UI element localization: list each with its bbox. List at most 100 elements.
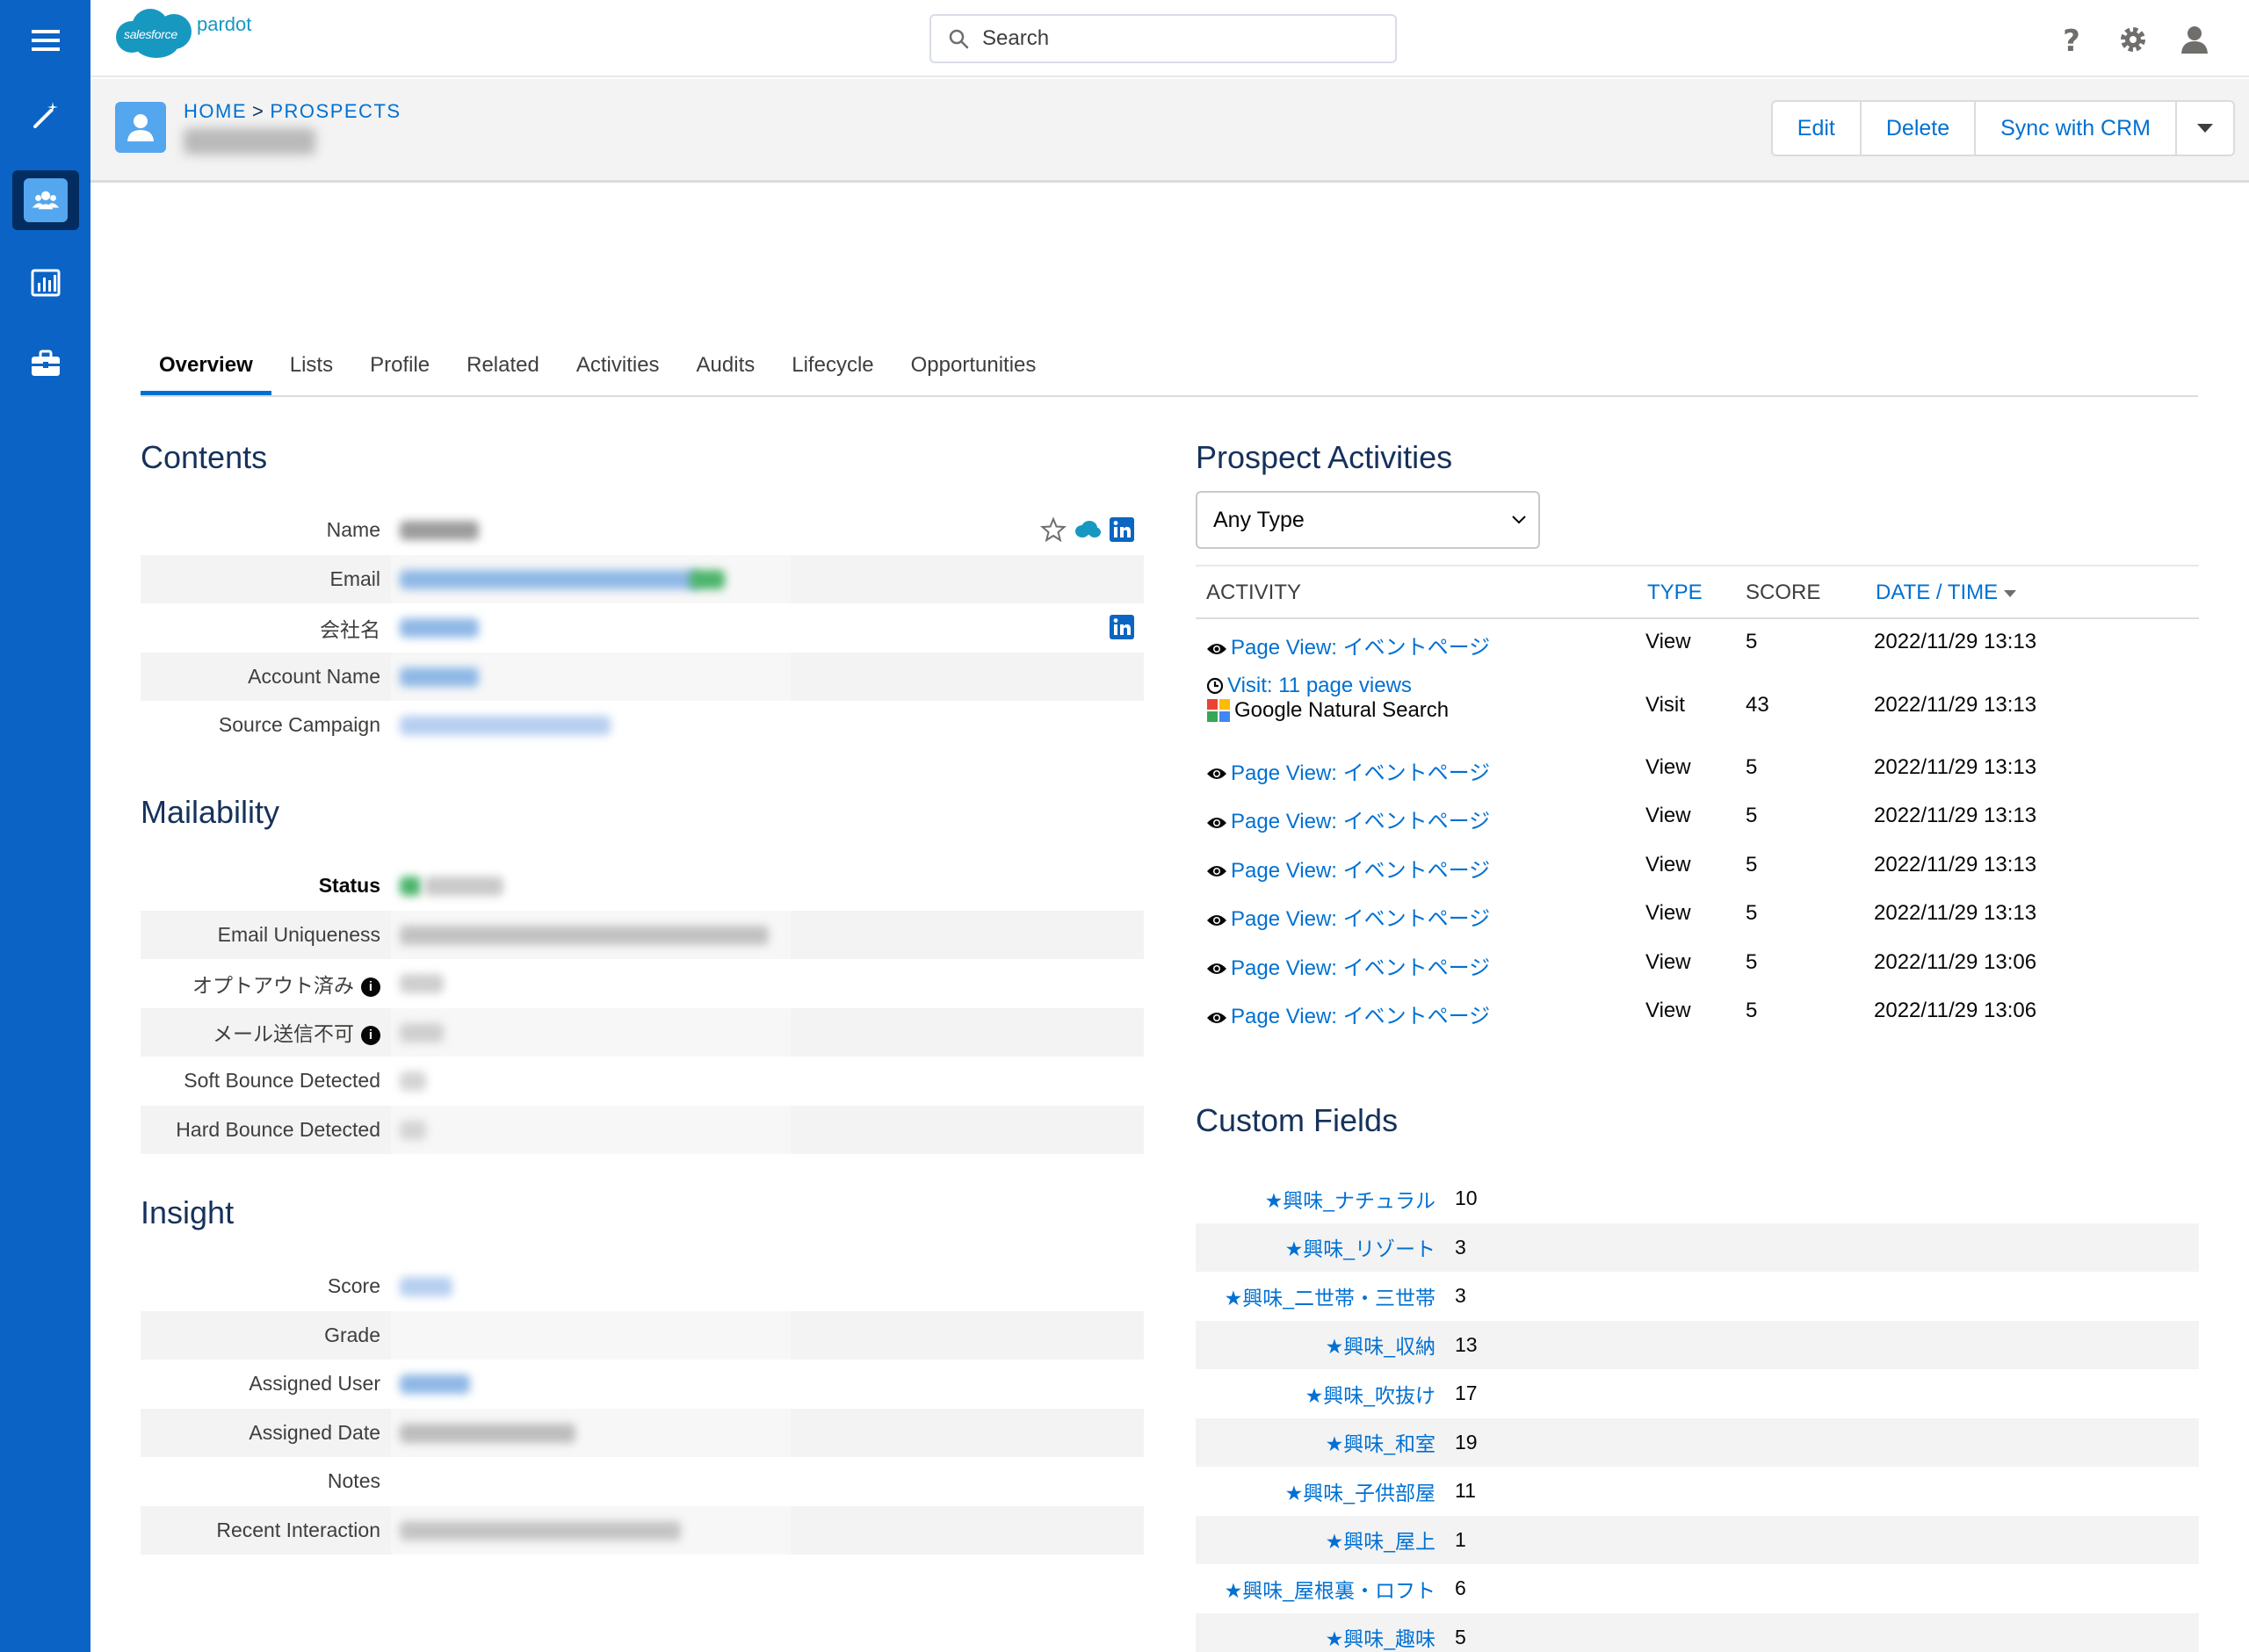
prospect-activities-heading: Prospect Activities bbox=[1196, 439, 1453, 475]
custom-fields-list: ★興味_ナチュラル 10 ★興味_リゾート 3 ★興味_二世帯・三世帯 3 ★興味_収… bbox=[1196, 1174, 2199, 1652]
field-label: Status bbox=[318, 874, 380, 898]
activity-link[interactable]: Page View: イベントページ bbox=[1231, 956, 1490, 980]
eye-icon bbox=[1207, 963, 1226, 975]
table-row: Page View: イベントページ View 5 2022/11/29 13:… bbox=[1196, 988, 2199, 1037]
info-icon[interactable]: i bbox=[361, 1026, 380, 1046]
custom-field-label[interactable]: ★興味_趣味 bbox=[1196, 1622, 1446, 1652]
star-icon[interactable] bbox=[1040, 516, 1067, 543]
custom-field-label[interactable]: ★興味_屋根裏・ロフト bbox=[1196, 1574, 1446, 1604]
help-icon[interactable]: ? bbox=[2050, 19, 2093, 60]
redacted-value bbox=[400, 1423, 575, 1443]
custom-fields-heading: Custom Fields bbox=[1196, 1102, 1399, 1138]
field-label: Grade bbox=[324, 1323, 380, 1346]
tab-overview[interactable]: Overview bbox=[141, 344, 271, 395]
field-row-account-name: Account Name bbox=[141, 652, 1144, 701]
list-item: ★興味_吹抜け 17 bbox=[1196, 1369, 2199, 1418]
tab-profile[interactable]: Profile bbox=[351, 344, 448, 395]
list-item: ★興味_和室 19 bbox=[1196, 1418, 2199, 1467]
custom-field-label[interactable]: ★興味_リゾート bbox=[1196, 1232, 1446, 1262]
activity-type: View bbox=[1645, 852, 1691, 876]
eye-icon bbox=[1207, 1012, 1226, 1023]
activity-link[interactable]: Page View: イベントページ bbox=[1231, 907, 1490, 931]
tab-activities[interactable]: Activities bbox=[558, 344, 678, 395]
admin-briefcase-icon[interactable] bbox=[0, 323, 90, 404]
info-icon[interactable]: i bbox=[361, 977, 380, 997]
activity-datetime: 2022/11/29 13:06 bbox=[1874, 999, 2037, 1022]
list-item: ★興味_リゾート 3 bbox=[1196, 1223, 2199, 1272]
reports-icon[interactable] bbox=[0, 242, 90, 323]
custom-field-label[interactable]: ★興味_屋上 bbox=[1196, 1525, 1446, 1555]
activity-score: 5 bbox=[1746, 804, 1758, 827]
custom-field-value: 11 bbox=[1455, 1479, 1476, 1503]
activity-link[interactable]: Page View: イベントページ bbox=[1231, 810, 1490, 833]
activity-datetime: 2022/11/29 13:13 bbox=[1874, 852, 2037, 876]
redacted-value bbox=[400, 1520, 681, 1540]
activity-type: View bbox=[1645, 804, 1691, 827]
prospects-icon[interactable] bbox=[0, 160, 90, 241]
edit-button[interactable]: Edit bbox=[1773, 102, 1862, 155]
tab-lifecycle[interactable]: Lifecycle bbox=[773, 344, 892, 395]
salesforce-cloud-logo: salesforce bbox=[114, 5, 193, 60]
activity-type-filter[interactable]: Any Type bbox=[1196, 491, 1540, 549]
redacted-value bbox=[400, 925, 769, 945]
activity-type-selected: Any Type bbox=[1213, 507, 1305, 532]
field-label: Name bbox=[326, 518, 380, 542]
list-item: ★興味_ナチュラル 10 bbox=[1196, 1174, 2199, 1223]
magic-wand-icon[interactable] bbox=[0, 76, 90, 156]
custom-field-label[interactable]: ★興味_ナチュラル bbox=[1196, 1184, 1446, 1214]
column-type[interactable]: TYPE bbox=[1647, 581, 1703, 605]
redacted-value bbox=[400, 1120, 426, 1140]
google-icon bbox=[1207, 699, 1230, 723]
tab-audits[interactable]: Audits bbox=[678, 344, 774, 395]
activity-link[interactable]: Page View: イベントページ bbox=[1231, 1005, 1490, 1028]
global-search[interactable]: Search bbox=[929, 14, 1397, 63]
settings-icon[interactable] bbox=[2112, 19, 2154, 60]
sync-with-crm-button[interactable]: Sync with CRM bbox=[1976, 102, 2177, 155]
tab-opportunities[interactable]: Opportunities bbox=[893, 344, 1055, 395]
custom-field-label[interactable]: ★興味_吹抜け bbox=[1196, 1379, 1446, 1409]
activity-score: 5 bbox=[1746, 949, 1758, 974]
field-row-hard-bounce: Hard Bounce Detected bbox=[141, 1105, 1144, 1154]
linkedin-icon[interactable] bbox=[1109, 516, 1135, 543]
more-actions-dropdown[interactable] bbox=[2177, 102, 2233, 155]
mailability-fields: Status Email Uniqueness オプトアウト済み i メール送信不… bbox=[141, 862, 1144, 1154]
record-header: HOME > PROSPECTS Edit Delete Sync with CRM bbox=[90, 79, 2249, 183]
activity-link[interactable]: Visit: 11 page views bbox=[1227, 674, 1412, 697]
activity-link[interactable]: Page View: イベントページ bbox=[1231, 636, 1490, 660]
field-row-do-not-email: メール送信不可 i bbox=[141, 1007, 1144, 1057]
activity-link[interactable]: Page View: イベントページ bbox=[1231, 761, 1490, 785]
breadcrumb-home[interactable]: HOME bbox=[184, 100, 247, 122]
activity-score: 5 bbox=[1746, 630, 1758, 653]
redacted-value bbox=[400, 1374, 470, 1394]
linkedin-icon[interactable] bbox=[1109, 614, 1135, 640]
pardot-logo[interactable]: salesforce pardot bbox=[114, 5, 251, 60]
chevron-down-icon bbox=[1512, 516, 1526, 524]
eye-icon bbox=[1207, 768, 1226, 780]
activity-type: View bbox=[1645, 630, 1691, 653]
activity-link[interactable]: Page View: イベントページ bbox=[1231, 859, 1490, 883]
table-row: Page View: イベントページ View 5 2022/11/29 13:… bbox=[1196, 793, 2199, 842]
field-row-soft-bounce: Soft Bounce Detected bbox=[141, 1057, 1144, 1106]
custom-field-label[interactable]: ★興味_収納 bbox=[1196, 1330, 1446, 1360]
user-icon[interactable] bbox=[2173, 19, 2216, 60]
tab-related[interactable]: Related bbox=[448, 344, 558, 395]
search-placeholder: Search bbox=[982, 26, 1050, 50]
list-item: ★興味_収納 13 bbox=[1196, 1320, 2199, 1369]
activity-datetime: 2022/11/29 13:13 bbox=[1874, 804, 2037, 827]
clock-icon bbox=[1206, 678, 1224, 695]
custom-field-label[interactable]: ★興味_二世帯・三世帯 bbox=[1196, 1281, 1446, 1311]
search-icon bbox=[949, 29, 969, 49]
custom-field-label[interactable]: ★興味_子供部屋 bbox=[1196, 1476, 1446, 1506]
activities-table: ACTIVITY TYPE SCORE DATE / TIME Page Vie… bbox=[1196, 565, 2199, 1037]
redacted-value bbox=[400, 1022, 444, 1042]
column-date-time[interactable]: DATE / TIME bbox=[1876, 581, 2016, 605]
eye-icon bbox=[1207, 643, 1226, 654]
delete-button[interactable]: Delete bbox=[1862, 102, 1977, 155]
activity-type: View bbox=[1645, 901, 1691, 925]
breadcrumb-prospects[interactable]: PROSPECTS bbox=[270, 100, 401, 122]
menu-icon[interactable] bbox=[0, 0, 90, 81]
tab-lists[interactable]: Lists bbox=[271, 344, 351, 395]
column-activity: ACTIVITY bbox=[1206, 581, 1302, 604]
custom-field-label[interactable]: ★興味_和室 bbox=[1196, 1427, 1446, 1457]
salesforce-cloud-icon[interactable] bbox=[1074, 520, 1102, 539]
